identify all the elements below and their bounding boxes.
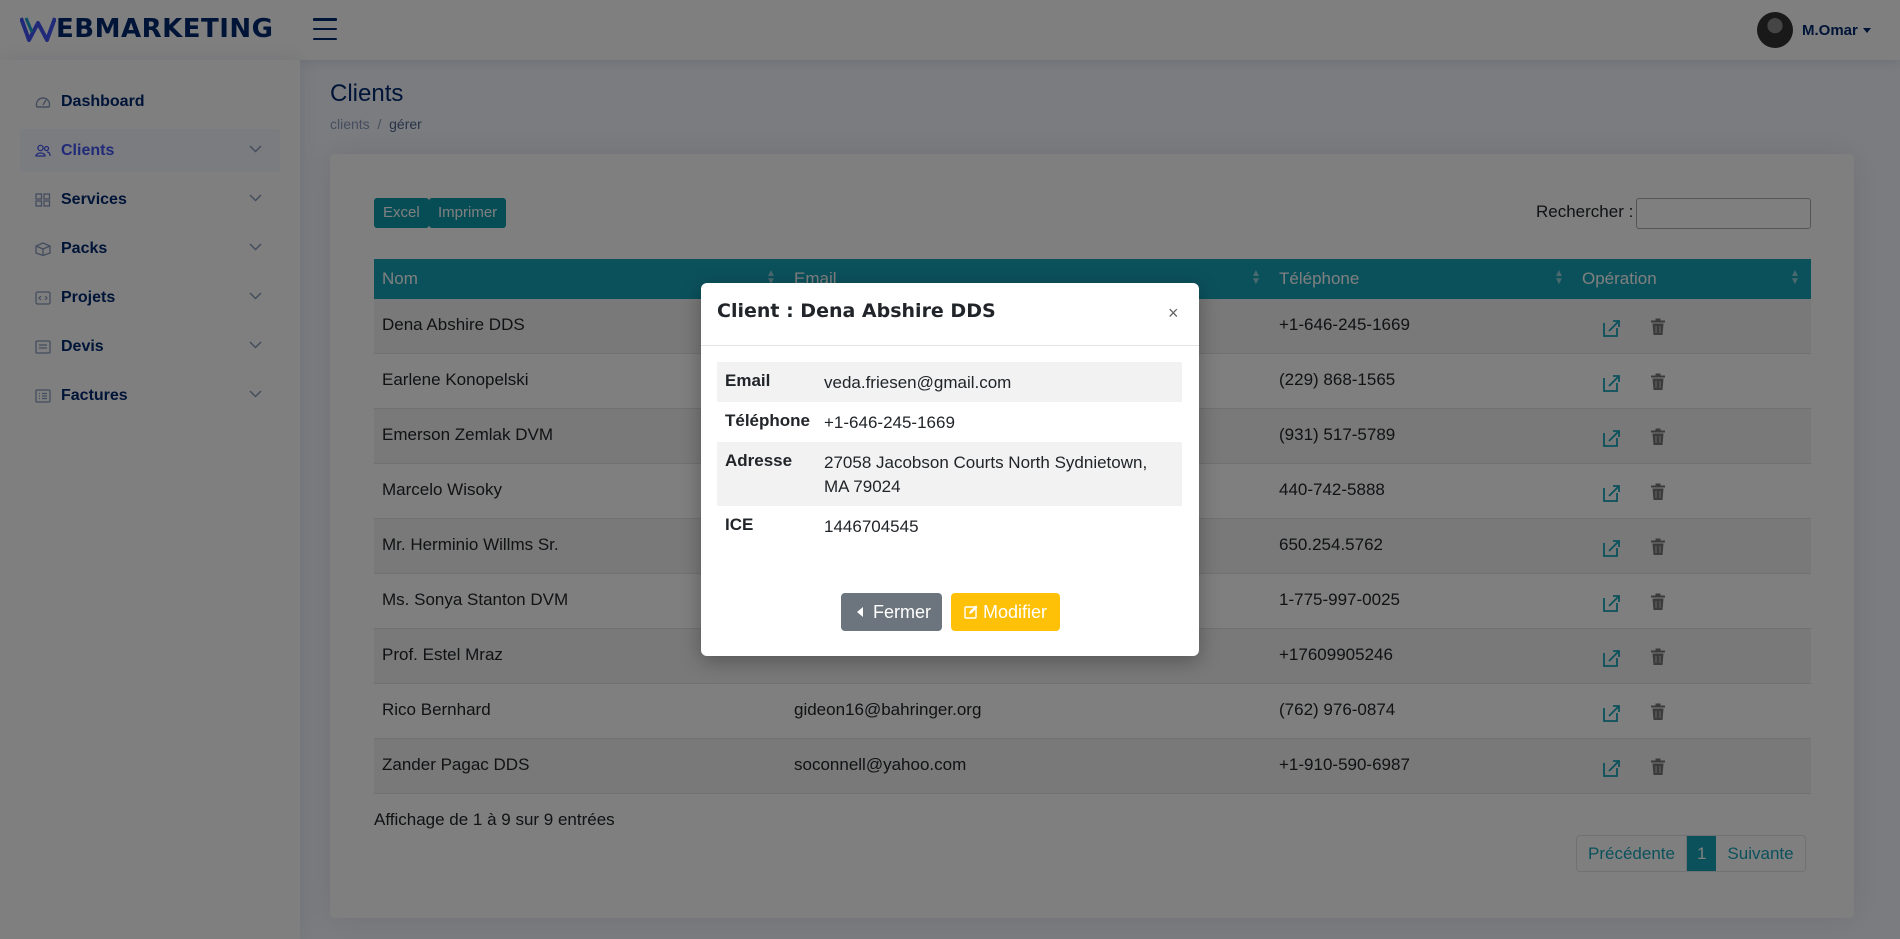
close-icon[interactable]: ×	[1168, 303, 1179, 324]
detail-value: veda.friesen@gmail.com	[824, 373, 1012, 392]
detail-value: +1-646-245-1669	[824, 413, 955, 432]
close-button-label: Fermer	[873, 602, 931, 622]
detail-label: ICE	[725, 515, 754, 534]
detail-value: 1446704545	[824, 517, 919, 536]
modal-divider	[701, 345, 1199, 346]
detail-row-ice: ICE 1446704545	[717, 506, 1182, 546]
edit-button-label: Modifier	[983, 602, 1048, 622]
close-button[interactable]: Fermer	[841, 593, 942, 631]
pencil-square-icon	[964, 605, 978, 619]
detail-label: Adresse	[725, 451, 793, 470]
detail-value: 27058 Jacobson Courts North Sydnietown, …	[824, 453, 1148, 496]
detail-label: Email	[725, 371, 771, 390]
client-detail-modal: Client : Dena Abshire DDS × Email veda.f…	[701, 283, 1199, 656]
detail-row-adresse: Adresse 27058 Jacobson Courts North Sydn…	[717, 442, 1182, 506]
detail-row-telephone: Téléphone +1-646-245-1669	[717, 402, 1182, 442]
detail-row-email: Email veda.friesen@gmail.com	[717, 362, 1182, 402]
modal-title: Client : Dena Abshire DDS	[717, 300, 996, 322]
caret-left-icon	[857, 607, 863, 617]
edit-button[interactable]: Modifier	[951, 593, 1060, 631]
detail-label: Téléphone	[725, 411, 811, 430]
